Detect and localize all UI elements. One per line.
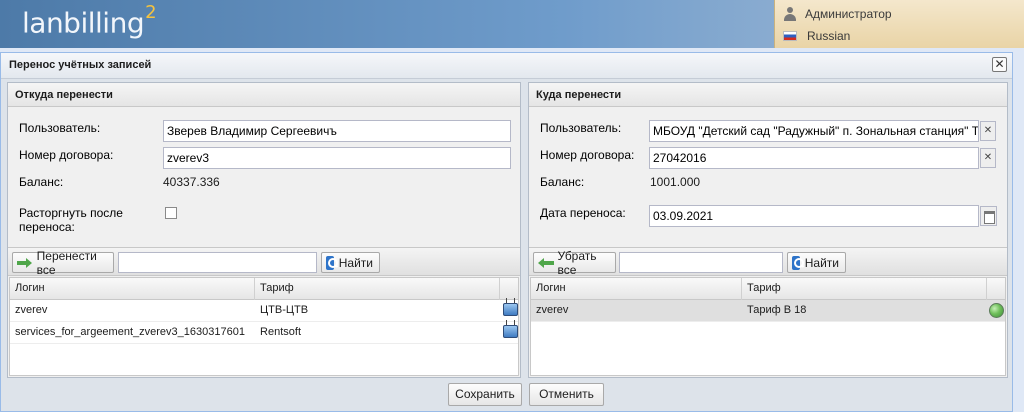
source-user-field[interactable]: Зверев Владимир Сергеевичъ <box>163 120 511 142</box>
save-button[interactable]: Сохранить <box>448 383 522 406</box>
move-all-button[interactable]: Перенести все <box>12 249 114 277</box>
app-logo: lanbilling2 <box>22 2 157 40</box>
clear-icon: ✕ <box>983 152 993 163</box>
source-form: Пользователь: Зверев Владимир Сергеевичъ… <box>8 107 520 247</box>
table-row[interactable]: services_for_argeement_zverev3_163031760… <box>10 322 519 344</box>
destination-form: Пользователь: МБОУД "Детский сад "Радужн… <box>529 107 1007 247</box>
globe-icon <box>989 303 1004 318</box>
logo-text: lanbilling <box>22 6 145 40</box>
transfer-date-field[interactable]: 03.09.2021 <box>649 205 979 227</box>
clear-user-button[interactable]: ✕ <box>980 121 996 141</box>
clear-icon: ✕ <box>983 125 993 136</box>
grid-header: Логин Тариф <box>531 278 1005 300</box>
destination-user-label: Пользователь: <box>540 121 622 135</box>
source-search-input[interactable] <box>118 252 317 273</box>
source-contract-label: Номер договора: <box>19 148 114 162</box>
row-login: zverev <box>15 304 48 316</box>
row-login: zverev <box>536 304 569 316</box>
tv-icon <box>503 325 519 338</box>
language-selector[interactable]: Russian <box>783 27 850 45</box>
destination-panel-title: Куда перенести <box>529 83 1007 107</box>
search-icon <box>792 255 804 270</box>
dialog-title-bar: Перенос учётных записей <box>1 53 1012 79</box>
arrow-left-icon <box>538 257 555 268</box>
russian-flag-icon <box>783 31 797 41</box>
column-tariff[interactable]: Тариф <box>742 278 987 300</box>
destination-panel: Куда перенести Пользователь: МБОУД "Детс… <box>528 82 1008 378</box>
grid-header: Логин Тариф <box>10 278 518 300</box>
source-accounts-grid: Логин Тариф zverev ЦТВ-ЦТВ services_for_… <box>9 277 519 376</box>
source-contract-field[interactable]: zverev3 <box>163 147 511 169</box>
close-icon: ✕ <box>994 57 1005 71</box>
calendar-icon[interactable] <box>980 206 997 226</box>
destination-accounts-grid: Логин Тариф zverev Тариф В 18 <box>530 277 1006 376</box>
row-login: services_for_argeement_zverev3_163031760… <box>15 326 245 338</box>
transfer-accounts-dialog: Перенос учётных записей ✕ Откуда перенес… <box>0 52 1013 412</box>
language-label: Russian <box>807 29 851 43</box>
arrow-right-icon <box>17 257 32 268</box>
find-label: Найти <box>804 255 839 270</box>
user-icon <box>783 7 797 21</box>
destination-user-field[interactable]: МБОУД "Детский сад "Радужный" п. Зональн… <box>649 120 979 142</box>
source-find-button[interactable]: Найти <box>321 252 380 273</box>
row-tariff: ЦТВ-ЦТВ <box>260 304 309 316</box>
terminate-label-line1: Расторгнуть после <box>19 206 123 220</box>
destination-search-input[interactable] <box>619 252 783 273</box>
source-balance-label: Баланс: <box>19 175 64 189</box>
column-icon <box>987 278 1005 300</box>
logo-superscript: 2 <box>145 2 157 23</box>
cancel-button[interactable]: Отменить <box>529 383 604 406</box>
destination-find-button[interactable]: Найти <box>787 252 846 273</box>
source-toolbar: Перенести все Найти <box>8 247 520 277</box>
remove-all-label: Убрать все <box>557 248 597 277</box>
close-button[interactable]: ✕ <box>992 57 1007 72</box>
row-tariff: Rentsoft <box>260 326 301 338</box>
search-icon <box>326 255 338 270</box>
source-user-label: Пользователь: <box>19 121 101 135</box>
remove-all-button[interactable]: Убрать все <box>533 249 616 277</box>
find-label: Найти <box>338 255 373 270</box>
source-panel: Откуда перенести Пользователь: Зверев Вл… <box>7 82 521 378</box>
destination-contract-field[interactable]: 27042016 <box>649 147 979 169</box>
clear-contract-button[interactable]: ✕ <box>980 148 996 168</box>
user-panel: Администратор Russian <box>774 0 1024 48</box>
tv-icon <box>503 303 519 316</box>
move-all-label: Перенести все <box>36 248 97 277</box>
column-login[interactable]: Логин <box>10 278 256 300</box>
terminate-checkbox[interactable] <box>165 207 177 219</box>
table-row[interactable]: zverev Тариф В 18 <box>531 300 1005 322</box>
table-row[interactable]: zverev ЦТВ-ЦТВ <box>10 300 519 322</box>
row-tariff: Тариф В 18 <box>747 304 807 316</box>
source-balance-value: 40337.336 <box>163 175 220 189</box>
column-login[interactable]: Логин <box>531 278 742 300</box>
destination-balance-label: Баланс: <box>540 175 585 189</box>
dialog-title: Перенос учётных записей <box>9 59 152 71</box>
column-tariff[interactable]: Тариф <box>255 278 501 300</box>
destination-contract-label: Номер договора: <box>540 148 635 162</box>
terminate-label-line2: переноса: <box>19 220 75 234</box>
user-menu[interactable]: Администратор <box>783 5 892 23</box>
destination-toolbar: Убрать все Найти <box>529 247 1007 277</box>
transfer-date-label: Дата переноса: <box>540 206 626 220</box>
source-panel-title: Откуда перенести <box>8 83 520 107</box>
user-name: Администратор <box>805 7 892 21</box>
destination-balance-value: 1001.000 <box>650 175 701 189</box>
app-header: lanbilling2 Администратор Russian <box>0 0 1024 48</box>
column-icon <box>500 278 518 300</box>
